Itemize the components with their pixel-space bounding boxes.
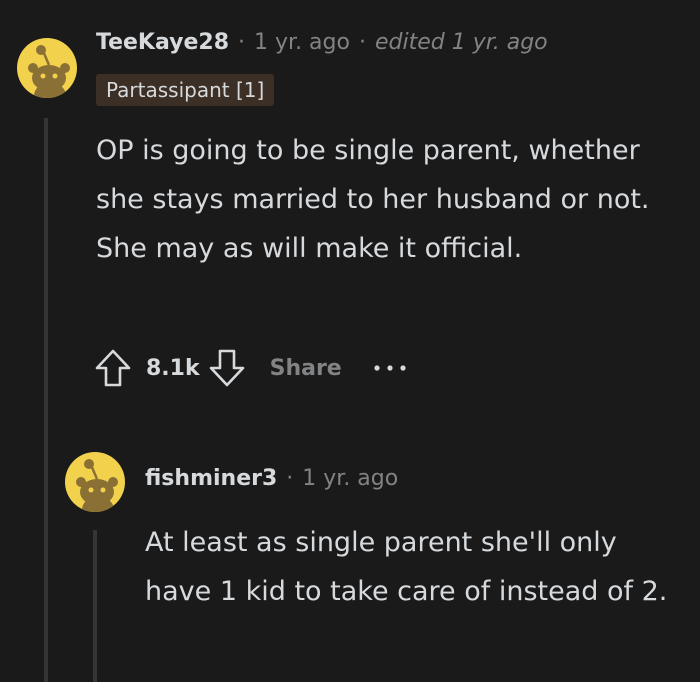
thread-line[interactable] xyxy=(93,530,97,682)
comment-actions: 8.1k Share xyxy=(92,342,408,394)
comment-username[interactable]: TeeKaye28 xyxy=(96,30,229,55)
avatar[interactable] xyxy=(65,452,125,512)
thread-line[interactable] xyxy=(44,118,48,682)
comment-time[interactable]: 1 yr. ago xyxy=(254,30,350,55)
upvote-button[interactable] xyxy=(92,347,134,389)
meta-separator: · xyxy=(358,30,366,55)
vote-score: 8.1k xyxy=(146,355,200,381)
arrow-up-icon xyxy=(95,349,131,387)
share-button[interactable]: Share xyxy=(270,356,342,381)
downvote-button[interactable] xyxy=(206,347,248,389)
reply-username[interactable]: fishminer3 xyxy=(145,466,277,491)
more-options-button[interactable] xyxy=(372,363,408,373)
reply-meta: fishminer3 · 1 yr. ago xyxy=(145,466,398,491)
user-flair: Partassipant [1] xyxy=(96,74,275,106)
snoo-icon xyxy=(76,459,118,512)
ellipsis-icon xyxy=(374,365,406,371)
comment-body: OP is going to be single parent, whether… xyxy=(96,135,650,264)
meta-separator: · xyxy=(286,466,294,491)
meta-separator: · xyxy=(238,30,246,55)
comment-edited: edited 1 yr. ago xyxy=(374,30,548,55)
comment-meta: TeeKaye28 · 1 yr. ago · edited 1 yr. ago xyxy=(96,30,548,55)
avatar[interactable] xyxy=(17,38,77,98)
arrow-down-icon xyxy=(209,349,244,387)
comment-thread: TeeKaye28 · 1 yr. ago · edited 1 yr. ago… xyxy=(0,0,700,682)
snoo-icon xyxy=(28,45,70,98)
reply-body: At least as single parent she'll only ha… xyxy=(145,527,668,607)
reply-time[interactable]: 1 yr. ago xyxy=(302,466,398,491)
